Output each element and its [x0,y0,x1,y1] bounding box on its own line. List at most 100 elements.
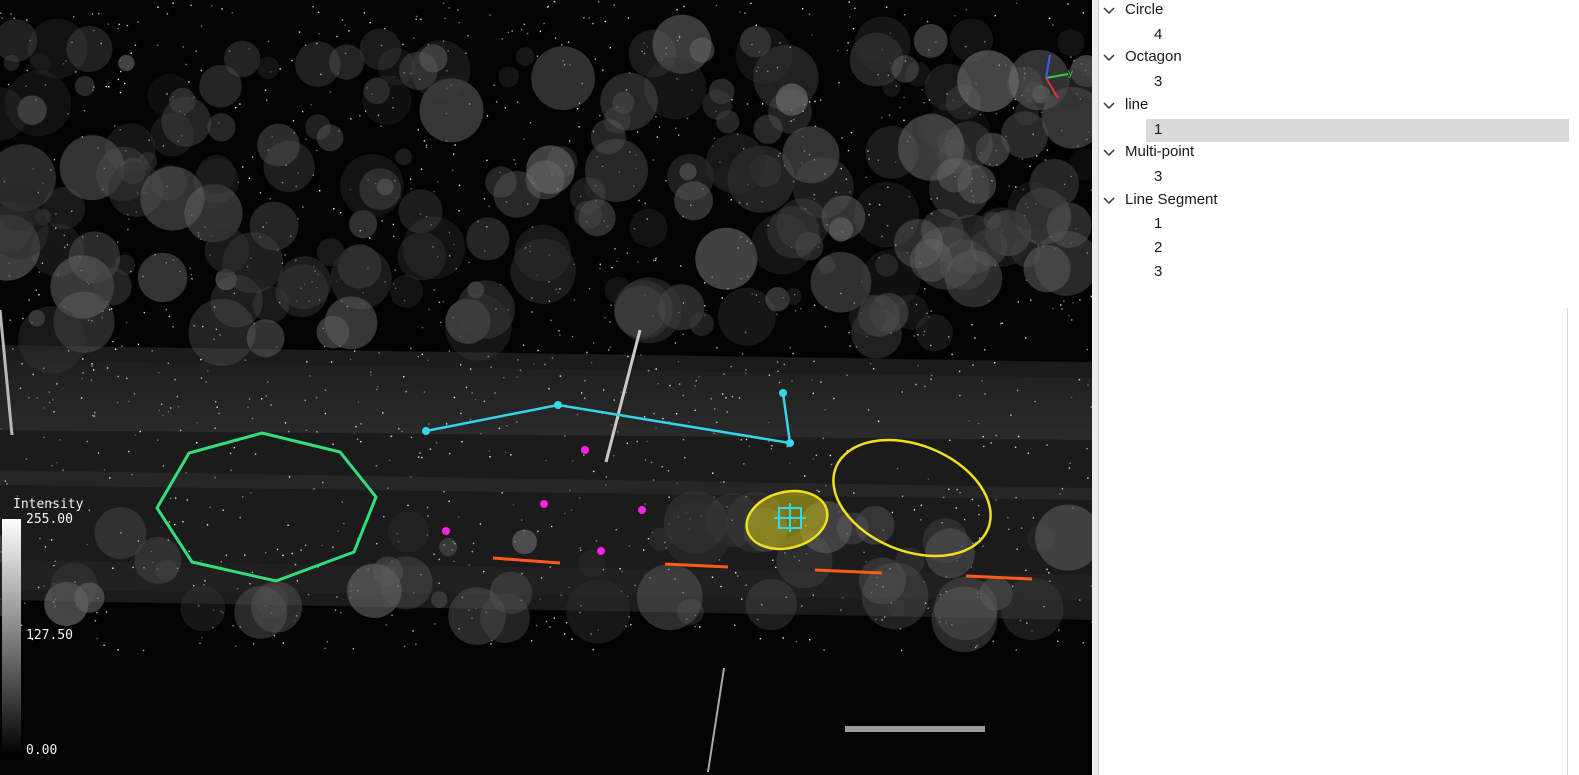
tree-group-header[interactable]: Multi-point [1099,142,1569,165]
point-speck [748,445,751,447]
point-speck [676,9,678,11]
point-cloud-viewport[interactable]: y Intensity 255.00 127.50 0.00 [0,0,1092,775]
point-speck [516,421,518,423]
point-speck [814,100,816,103]
point-speck [599,268,601,270]
tree-item[interactable]: 3 [1146,166,1569,189]
point-speck [740,439,742,441]
point-speck [298,31,301,33]
tree-canopy [695,227,758,290]
point-speck [112,340,114,343]
point-speck [300,549,302,551]
point-speck [229,452,232,455]
polyline-vertex[interactable] [422,427,430,435]
point-speck [1017,301,1019,303]
point-speck [920,504,923,507]
point-speck [284,254,286,256]
point-speck [216,406,218,408]
point-speck [324,412,327,415]
point-speck [38,294,40,296]
point-speck [662,417,664,420]
tree-canopy [782,126,840,184]
point-speck [142,649,145,652]
point-speck [421,456,423,459]
point-speck [870,363,872,365]
point-speck [483,570,485,573]
tree-canopy [180,586,226,632]
point-speck [248,177,251,179]
point-speck [444,17,446,20]
tree-group-label: Multi-point [1125,143,1195,160]
tree-item[interactable]: 1 [1146,213,1569,236]
point-speck [804,475,806,477]
chevron-down-icon[interactable] [1102,51,1116,65]
point-speck [848,332,850,334]
tree-item[interactable]: 2 [1146,237,1569,260]
point-speck [921,89,923,91]
point-speck [448,350,451,352]
tree-item[interactable]: 3 [1146,261,1569,284]
tree-item[interactable]: 3 [1146,71,1569,94]
point-speck [535,624,538,627]
point-speck [698,376,700,378]
point-cloud-scene[interactable]: y [0,0,1092,775]
point-speck [1015,496,1017,499]
polyline-vertex[interactable] [554,401,562,409]
tree-canopy [616,277,682,344]
move-handle-icon[interactable] [774,503,806,532]
chevron-down-icon[interactable] [1102,146,1116,160]
point-marker[interactable] [442,527,450,535]
point-speck [433,190,435,193]
point-speck [544,363,546,366]
point-speck [1069,462,1071,464]
point-speck [334,609,337,611]
point-speck [0,428,2,430]
point-speck [891,511,894,514]
point-marker[interactable] [638,506,646,514]
point-speck [128,450,130,453]
tree-canopy [745,578,797,631]
point-speck [688,421,690,423]
chevron-down-icon[interactable] [1102,4,1116,18]
point-speck [254,453,257,455]
point-speck [419,452,421,454]
point-speck [516,376,518,378]
point-marker[interactable] [597,547,605,555]
tree-group-header[interactable]: Circle [1099,0,1569,23]
point-speck [750,2,752,4]
point-speck [593,470,595,473]
polyline-vertex[interactable] [779,389,787,397]
point-speck [913,509,916,511]
point-speck [423,140,426,142]
tree-group-header[interactable]: line [1099,95,1569,118]
point-speck [341,19,344,21]
point-speck [195,50,197,52]
point-speck [405,390,407,393]
tree-group-label: Line Segment [1125,191,1218,208]
point-speck [927,478,930,480]
point-speck [549,566,551,568]
point-speck [437,181,439,183]
point-speck [655,259,657,261]
tree-item[interactable]: 1 [1146,119,1569,142]
chevron-down-icon[interactable] [1102,194,1116,208]
polyline-vertex[interactable] [786,439,794,447]
chevron-down-icon[interactable] [1102,99,1116,113]
tree-item[interactable]: 4 [1146,24,1569,47]
point-speck [279,68,281,70]
tree-canopy [234,585,288,639]
point-speck [731,395,734,398]
point-marker[interactable] [581,446,589,454]
point-marker[interactable] [540,500,548,508]
point-speck [230,469,232,471]
point-speck [353,350,356,352]
point-speck [170,407,172,409]
tree-canopy [66,26,113,72]
tree-group-header[interactable]: Octagon [1099,47,1569,70]
tree-group-header[interactable]: Line Segment [1099,190,1569,213]
point-speck [231,12,233,14]
point-speck [565,622,568,624]
point-speck [901,391,903,393]
point-speck [128,400,130,403]
point-speck [1070,396,1073,399]
